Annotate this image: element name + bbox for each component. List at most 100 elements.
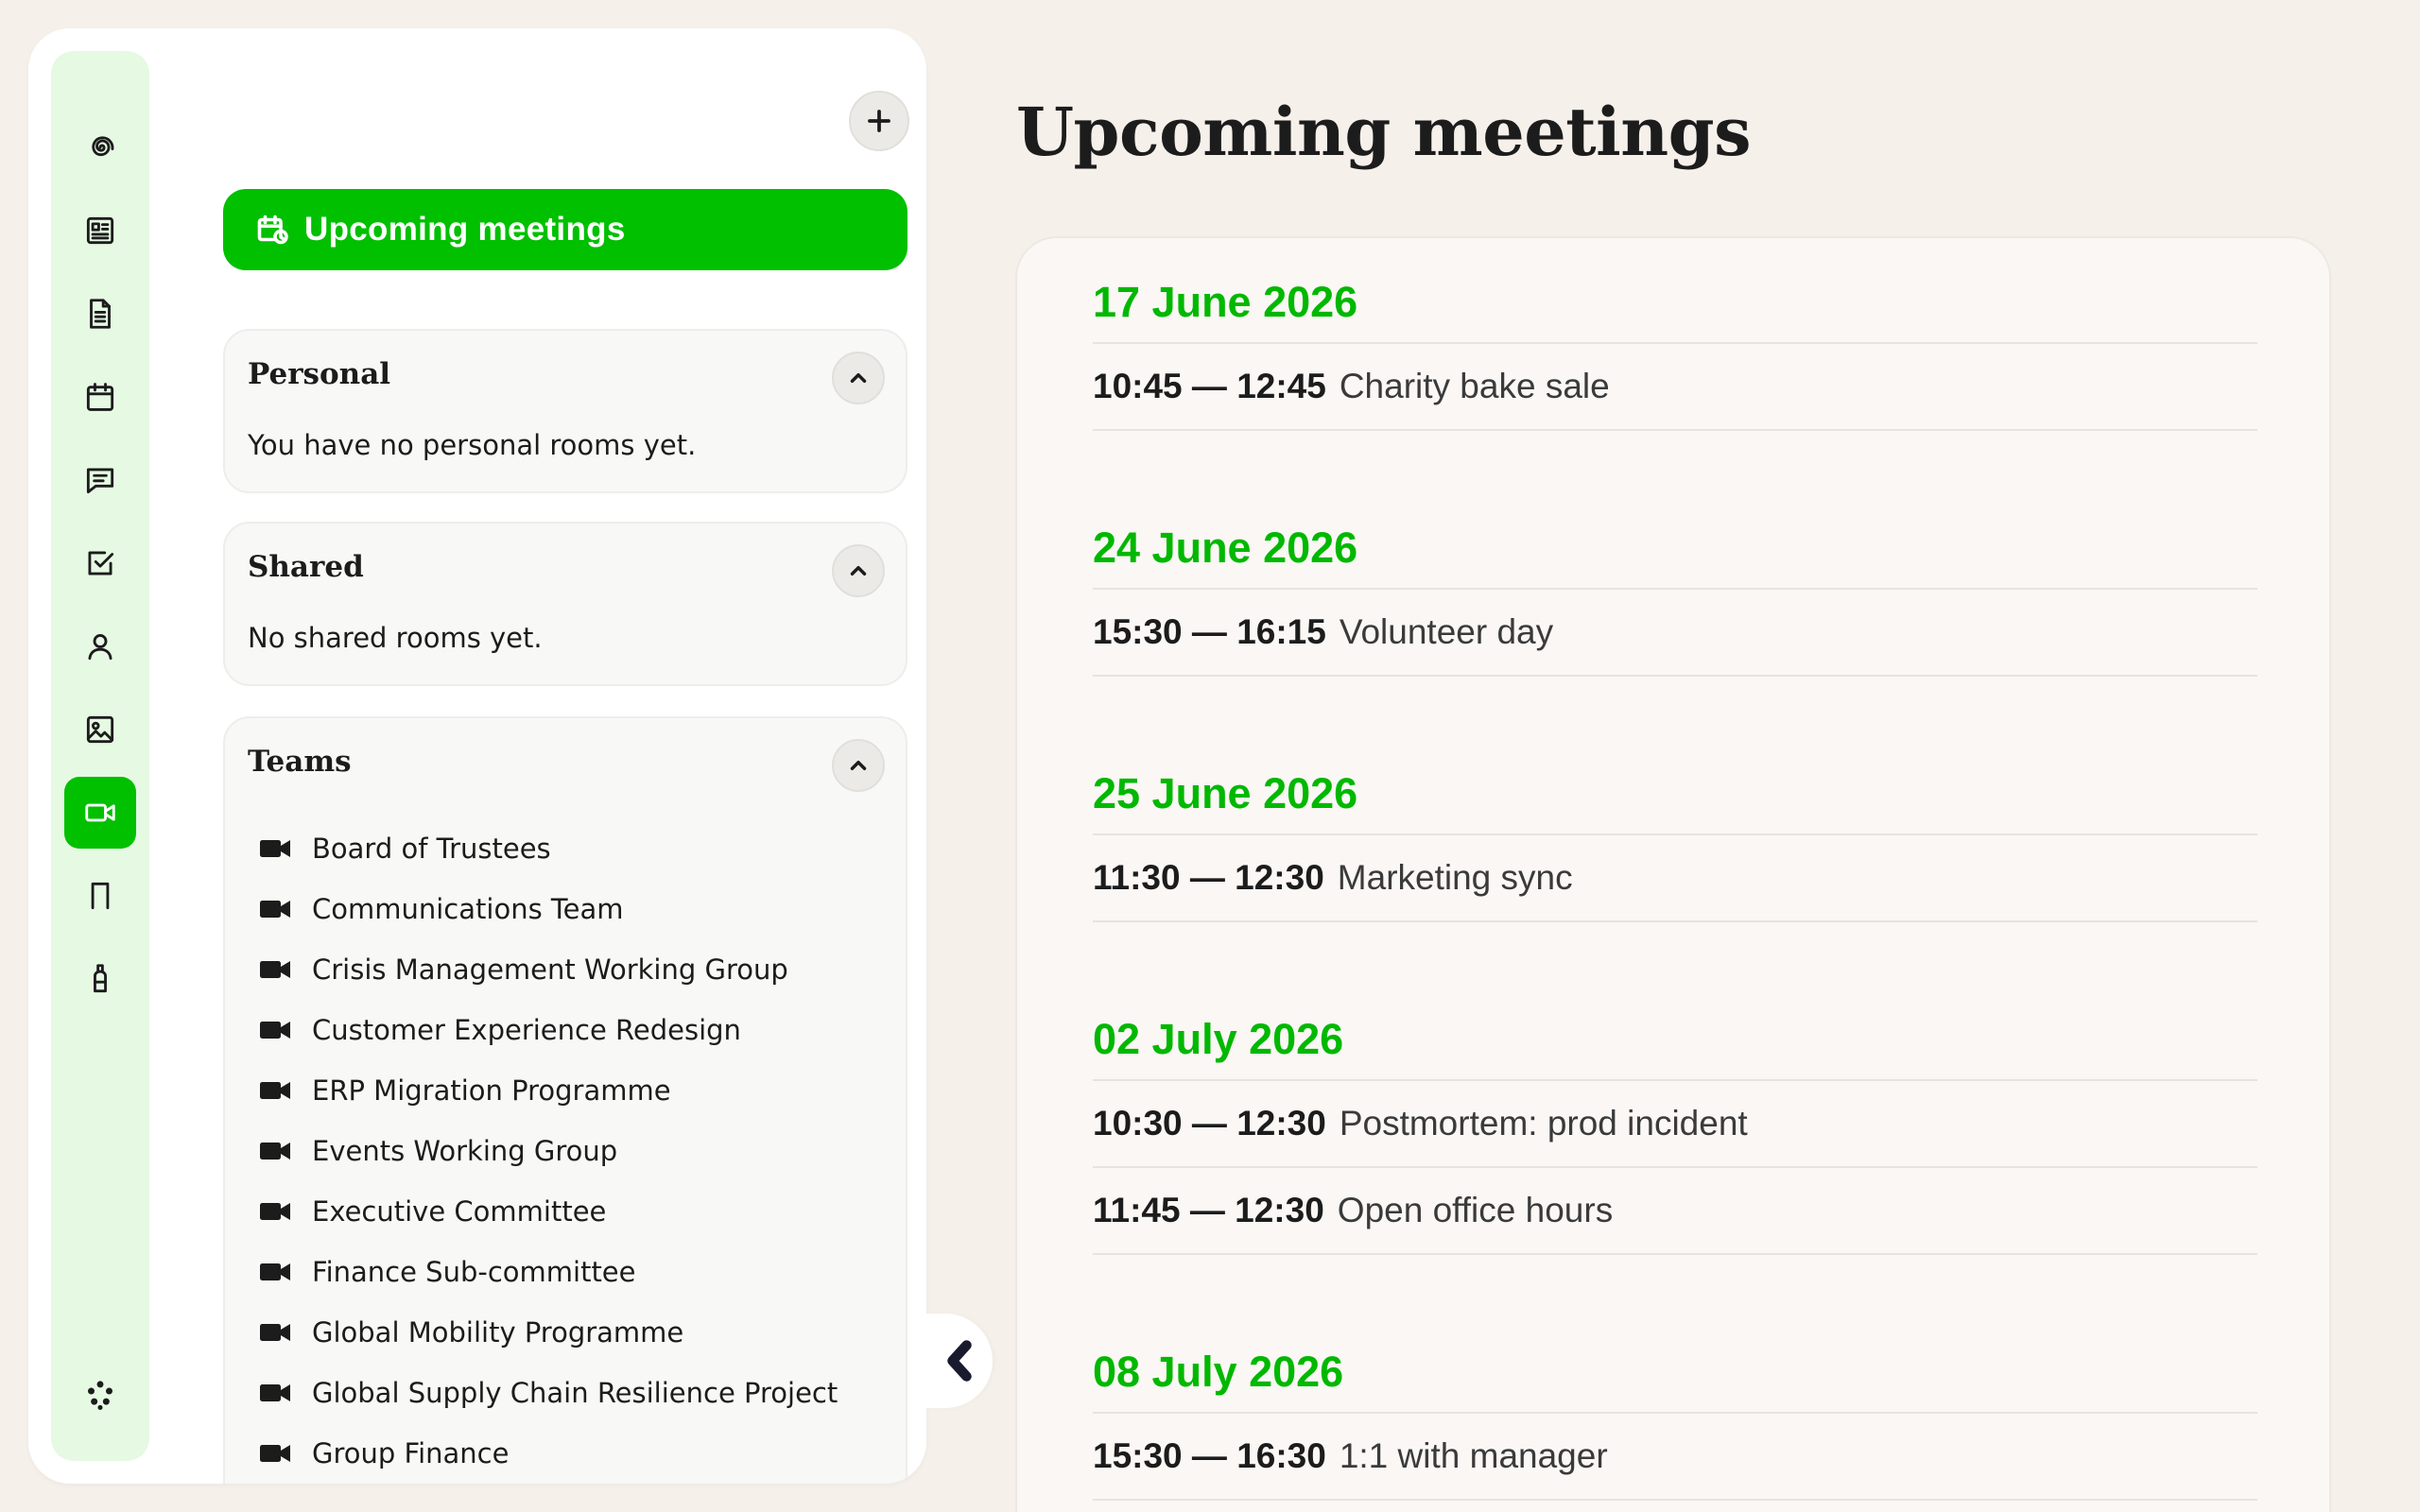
meeting-day: 24 June 2026 15:30 — 16:15 Volunteer day xyxy=(1093,484,2257,677)
shared-section: Shared No shared rooms yet. xyxy=(223,522,908,686)
team-item-label: Events Working Group xyxy=(312,1135,618,1167)
day-spacer xyxy=(1017,1501,2329,1512)
team-item[interactable]: Crisis Management Working Group xyxy=(259,939,838,1000)
meeting-name: Volunteer day xyxy=(1339,612,1554,651)
video-icon[interactable] xyxy=(64,777,136,849)
video-camera-icon xyxy=(260,1324,290,1341)
day-spacer xyxy=(1017,677,2329,730)
calendar-clock-icon xyxy=(257,215,288,245)
chevron-left-icon xyxy=(947,1340,972,1382)
bookmark-icon[interactable] xyxy=(64,860,136,932)
meeting-time: 10:45 — 12:45 xyxy=(1093,367,1326,405)
app-rail xyxy=(51,51,149,1461)
calendar-icon[interactable] xyxy=(64,361,136,433)
chevron-up-icon xyxy=(850,566,867,576)
chat-icon[interactable] xyxy=(64,444,136,516)
video-camera-icon xyxy=(260,961,290,978)
meeting-time: 15:30 — 16:15 xyxy=(1093,612,1326,651)
upcoming-meetings-label: Upcoming meetings xyxy=(304,211,626,248)
meeting-time: 10:30 — 12:30 xyxy=(1093,1104,1326,1143)
meeting-day: 08 July 2026 15:30 — 16:30 1:1 with manage… xyxy=(1093,1308,2257,1501)
team-item-label: ERP Migration Programme xyxy=(312,1074,671,1107)
image-icon[interactable] xyxy=(64,694,136,765)
meeting-time: 11:45 — 12:30 xyxy=(1093,1191,1324,1229)
video-camera-icon xyxy=(260,901,290,918)
meeting-date-heading: 08 July 2026 xyxy=(1093,1308,2257,1414)
video-camera-icon xyxy=(260,1384,290,1401)
team-item[interactable]: Executive Committee xyxy=(259,1181,838,1242)
chevron-up-icon xyxy=(850,373,867,383)
video-camera-icon xyxy=(260,840,290,857)
video-camera-icon xyxy=(260,1445,290,1462)
meetings-list: 17 June 2026 10:45 — 12:45 Charity bake sa… xyxy=(1015,236,2331,1512)
personal-section: Personal You have no personal rooms yet. xyxy=(223,329,908,493)
day-spacer xyxy=(1017,1255,2329,1308)
person-icon[interactable] xyxy=(64,610,136,682)
page-title: Upcoming meetings xyxy=(1016,93,1751,171)
day-spacer xyxy=(1017,922,2329,975)
team-item-label: Global Supply Chain Resilience Project xyxy=(312,1377,838,1409)
teams-section-title: Teams xyxy=(248,745,352,779)
document-icon[interactable] xyxy=(64,278,136,350)
meeting-name: Open office hours xyxy=(1337,1191,1614,1229)
meeting-time: 11:30 — 12:30 xyxy=(1093,858,1324,897)
bottle-icon[interactable] xyxy=(64,943,136,1015)
video-camera-icon xyxy=(260,1203,290,1220)
meeting-date-heading: 25 June 2026 xyxy=(1093,730,2257,835)
team-item[interactable]: Board of Trustees xyxy=(259,818,838,879)
chevron-up-icon xyxy=(850,761,867,770)
upcoming-meetings-button[interactable]: Upcoming meetings xyxy=(223,189,908,270)
team-item-label: Finance Sub-committee xyxy=(312,1256,636,1288)
shared-empty-text: No shared rooms yet. xyxy=(248,622,543,654)
video-camera-icon xyxy=(260,1022,290,1039)
team-item[interactable]: Communications Team xyxy=(259,879,838,939)
meeting-day: 17 June 2026 10:45 — 12:45 Charity bake sa… xyxy=(1093,238,2257,431)
team-item-label: Global Mobility Programme xyxy=(312,1316,684,1349)
meeting-row[interactable]: 10:45 — 12:45 Charity bake sale xyxy=(1093,344,2257,431)
team-item-label: Customer Experience Redesign xyxy=(312,1014,741,1046)
spiral-logo-icon[interactable] xyxy=(64,112,136,183)
team-item-label: Board of Trustees xyxy=(312,833,551,865)
team-item[interactable]: Events Working Group xyxy=(259,1121,838,1181)
shared-collapse-button[interactable] xyxy=(832,544,885,597)
meeting-row[interactable]: 15:30 — 16:30 1:1 with manager xyxy=(1093,1414,2257,1501)
meeting-day: 25 June 2026 11:30 — 12:30 Marketing sync xyxy=(1093,730,2257,922)
meeting-day: 02 July 2026 10:30 — 12:30 Postmortem: pro… xyxy=(1093,975,2257,1255)
dots-icon[interactable] xyxy=(64,1359,136,1431)
meeting-date-heading: 02 July 2026 xyxy=(1093,975,2257,1081)
meeting-name: Charity bake sale xyxy=(1339,367,1610,405)
team-item[interactable]: ERP Migration Programme xyxy=(259,1060,838,1121)
team-item-label: Executive Committee xyxy=(312,1195,607,1228)
teams-list: Board of Trustees Communications Team Cris… xyxy=(259,818,838,1484)
personal-empty-text: You have no personal rooms yet. xyxy=(248,429,697,461)
teams-collapse-button[interactable] xyxy=(832,739,885,792)
sidebar-panel: Upcoming meetings Personal You have no p… xyxy=(28,28,926,1484)
team-item[interactable]: Finance Sub-committee xyxy=(259,1242,838,1302)
video-camera-icon xyxy=(260,1082,290,1099)
meeting-row[interactable]: 11:45 — 12:30 Open office hours xyxy=(1093,1168,2257,1255)
collapse-sidebar-button[interactable] xyxy=(926,1314,993,1408)
team-item[interactable]: Group Finance xyxy=(259,1423,838,1484)
shared-section-title: Shared xyxy=(248,550,364,584)
personal-section-title: Personal xyxy=(248,357,391,391)
team-item[interactable]: Global Supply Chain Resilience Project xyxy=(259,1363,838,1423)
team-item-label: Group Finance xyxy=(312,1437,510,1469)
meeting-row[interactable]: 10:30 — 12:30 Postmortem: prod incident xyxy=(1093,1081,2257,1168)
rooms-navigation: Upcoming meetings Personal You have no p… xyxy=(195,28,913,1484)
meeting-time: 15:30 — 16:30 xyxy=(1093,1436,1326,1475)
team-item-label: Communications Team xyxy=(312,893,624,925)
meeting-row[interactable]: 15:30 — 16:15 Volunteer day xyxy=(1093,590,2257,677)
teams-section: Teams Board of Trustees Communications Te… xyxy=(223,716,908,1484)
team-item[interactable]: Global Mobility Programme xyxy=(259,1302,838,1363)
meeting-date-heading: 24 June 2026 xyxy=(1093,484,2257,590)
meeting-name: 1:1 with manager xyxy=(1339,1436,1608,1475)
add-room-button[interactable] xyxy=(849,91,909,151)
team-item[interactable]: Customer Experience Redesign xyxy=(259,1000,838,1060)
meeting-name: Marketing sync xyxy=(1337,858,1573,897)
checkbox-icon[interactable] xyxy=(64,527,136,599)
meeting-row[interactable]: 11:30 — 12:30 Marketing sync xyxy=(1093,835,2257,922)
personal-collapse-button[interactable] xyxy=(832,352,885,404)
video-camera-icon xyxy=(260,1143,290,1160)
meeting-date-heading: 17 June 2026 xyxy=(1093,238,2257,344)
newspaper-icon[interactable] xyxy=(64,195,136,266)
